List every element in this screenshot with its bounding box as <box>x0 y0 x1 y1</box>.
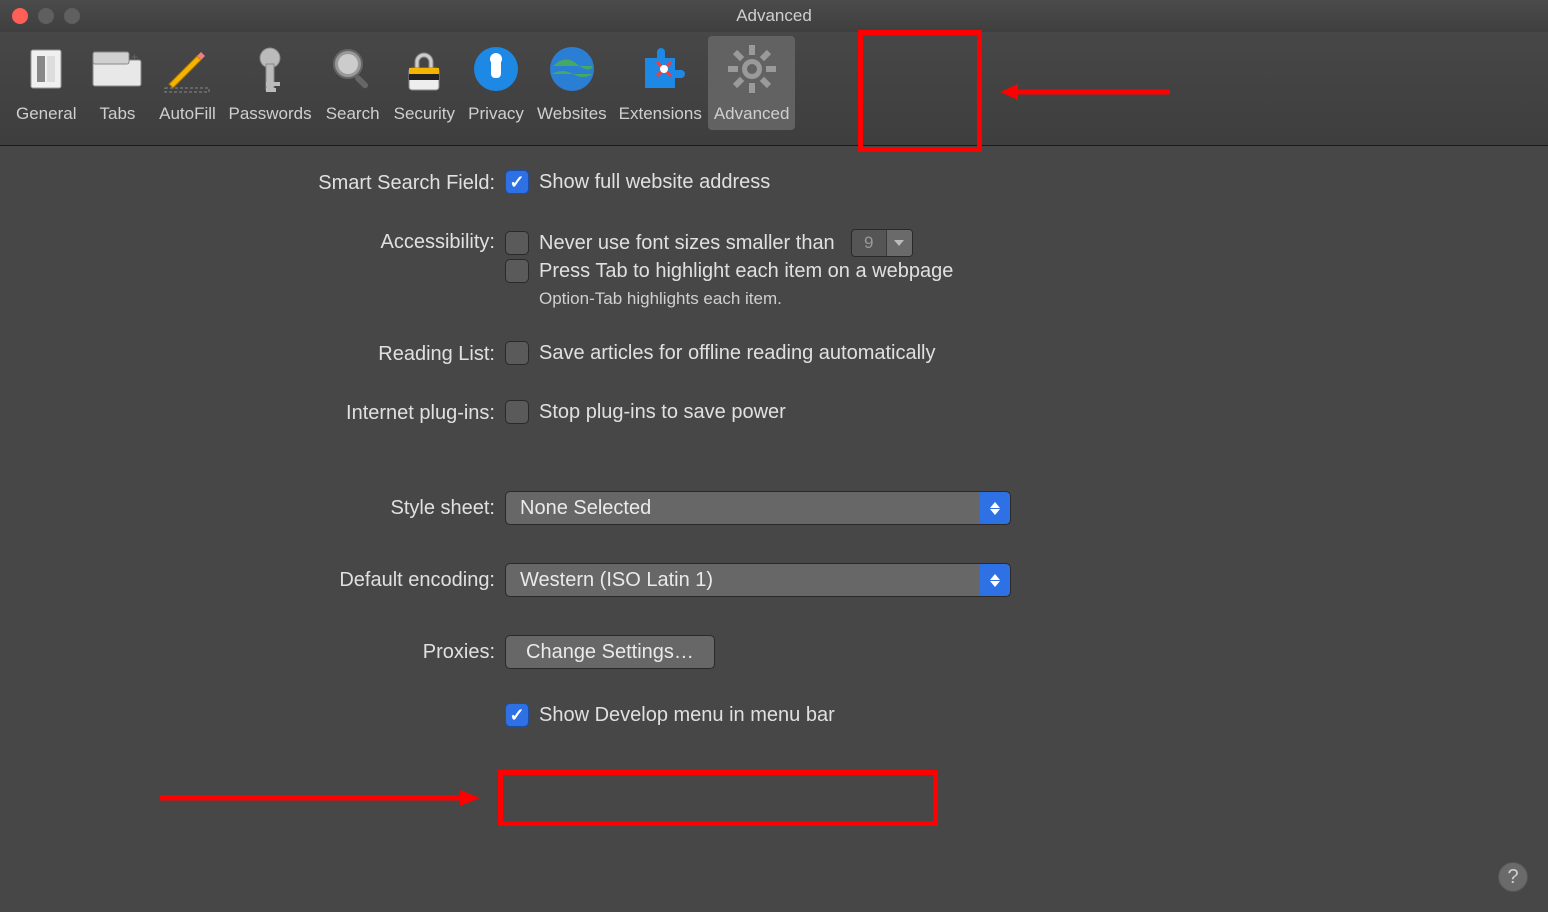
annotation-highlight-develop <box>498 770 938 826</box>
toolbar-item-general[interactable]: General <box>10 36 82 130</box>
toolbar-label: AutoFill <box>159 104 216 124</box>
min-font-text: Never use font sizes smaller than <box>539 232 835 255</box>
min-font-value: 9 <box>852 233 886 253</box>
toolbar-label: Extensions <box>619 104 702 124</box>
help-button[interactable]: ? <box>1498 862 1528 892</box>
general-icon <box>17 40 75 98</box>
traffic-lights <box>12 8 80 24</box>
show-full-address-text: Show full website address <box>539 171 770 194</box>
show-full-address-checkbox[interactable] <box>505 170 529 194</box>
save-offline-text: Save articles for offline reading automa… <box>539 342 936 365</box>
toolbar-label: Privacy <box>468 104 524 124</box>
change-settings-button[interactable]: Change Settings… <box>505 635 715 669</box>
show-develop-menu-text: Show Develop menu in menu bar <box>539 704 835 727</box>
default-encoding-value: Western (ISO Latin 1) <box>520 569 713 592</box>
accessibility-hint: Option-Tab highlights each item. <box>505 289 782 309</box>
default-encoding-select[interactable]: Western (ISO Latin 1) <box>505 563 1011 597</box>
toolbar-label: Passwords <box>228 104 311 124</box>
toolbar-item-security[interactable]: Security <box>388 36 461 130</box>
style-sheet-value: None Selected <box>520 497 651 520</box>
gear-icon <box>723 40 781 98</box>
toolbar-item-autofill[interactable]: AutoFill <box>152 36 222 130</box>
toolbar-item-websites[interactable]: Websites <box>531 36 613 130</box>
toolbar-label: Security <box>394 104 455 124</box>
window-close-button[interactable] <box>12 8 28 24</box>
toolbar-item-tabs[interactable]: + Tabs <box>82 36 152 130</box>
min-font-checkbox[interactable] <box>505 231 529 255</box>
window-title: Advanced <box>0 6 1548 26</box>
toolbar-item-search[interactable]: Search <box>318 36 388 130</box>
stop-plugins-text: Stop plug-ins to save power <box>539 401 786 424</box>
plugins-label: Internet plug-ins: <box>0 400 505 425</box>
select-knob-icon <box>980 564 1010 596</box>
reading-list-label: Reading List: <box>0 341 505 366</box>
window-titlebar: Advanced <box>0 0 1548 32</box>
toolbar-item-advanced[interactable]: Advanced <box>708 36 796 130</box>
toolbar-label: Advanced <box>714 104 790 124</box>
show-develop-menu-checkbox[interactable] <box>505 703 529 727</box>
proxies-label: Proxies: <box>0 635 505 664</box>
stop-plugins-checkbox[interactable] <box>505 400 529 424</box>
svg-text:+: + <box>131 50 138 64</box>
default-encoding-label: Default encoding: <box>0 563 505 592</box>
tabs-icon: + <box>88 40 146 98</box>
toolbar-label: Tabs <box>100 104 136 124</box>
min-font-stepper[interactable]: 9 <box>851 229 913 257</box>
websites-icon <box>543 40 601 98</box>
toolbar-item-privacy[interactable]: Privacy <box>461 36 531 130</box>
toolbar-item-extensions[interactable]: Extensions <box>613 36 708 130</box>
extensions-icon <box>631 40 689 98</box>
annotation-arrow-to-develop <box>160 788 480 808</box>
autofill-icon <box>158 40 216 98</box>
window-zoom-button[interactable] <box>64 8 80 24</box>
select-knob-icon <box>980 492 1010 524</box>
preferences-toolbar: General + Tabs AutoFill Passwords Search… <box>0 32 1548 146</box>
passwords-icon <box>241 40 299 98</box>
search-icon <box>324 40 382 98</box>
toolbar-label: General <box>16 104 76 124</box>
accessibility-label: Accessibility: <box>0 229 505 254</box>
chevron-down-icon[interactable] <box>886 230 912 256</box>
style-sheet-label: Style sheet: <box>0 491 505 520</box>
style-sheet-select[interactable]: None Selected <box>505 491 1011 525</box>
smart-search-label: Smart Search Field: <box>0 170 505 195</box>
toolbar-label: Search <box>326 104 380 124</box>
toolbar-item-passwords[interactable]: Passwords <box>222 36 317 130</box>
preferences-content: Smart Search Field: Show full website ad… <box>0 146 1548 727</box>
security-icon <box>395 40 453 98</box>
toolbar-label: Websites <box>537 104 607 124</box>
press-tab-checkbox[interactable] <box>505 259 529 283</box>
window-minimize-button[interactable] <box>38 8 54 24</box>
press-tab-text: Press Tab to highlight each item on a we… <box>539 260 953 283</box>
privacy-icon <box>467 40 525 98</box>
save-offline-checkbox[interactable] <box>505 341 529 365</box>
